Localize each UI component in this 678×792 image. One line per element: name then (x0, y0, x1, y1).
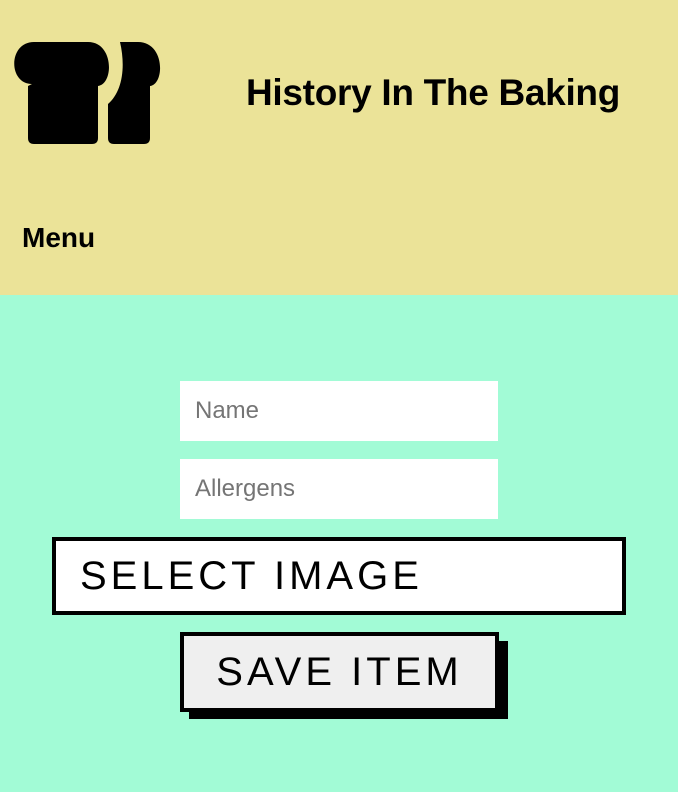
bread-loaves-icon (14, 42, 161, 144)
name-input[interactable] (180, 381, 498, 441)
save-item-button[interactable]: SAVE ITEM (180, 632, 499, 712)
site-title: History In The Baking (246, 72, 621, 113)
menu-link[interactable]: Menu (22, 222, 95, 254)
allergens-input[interactable] (180, 459, 498, 519)
add-item-form: SELECT IMAGE SAVE ITEM (0, 295, 678, 792)
select-image-button[interactable]: SELECT IMAGE (52, 537, 626, 615)
site-header: History In The Baking Menu (0, 0, 678, 295)
